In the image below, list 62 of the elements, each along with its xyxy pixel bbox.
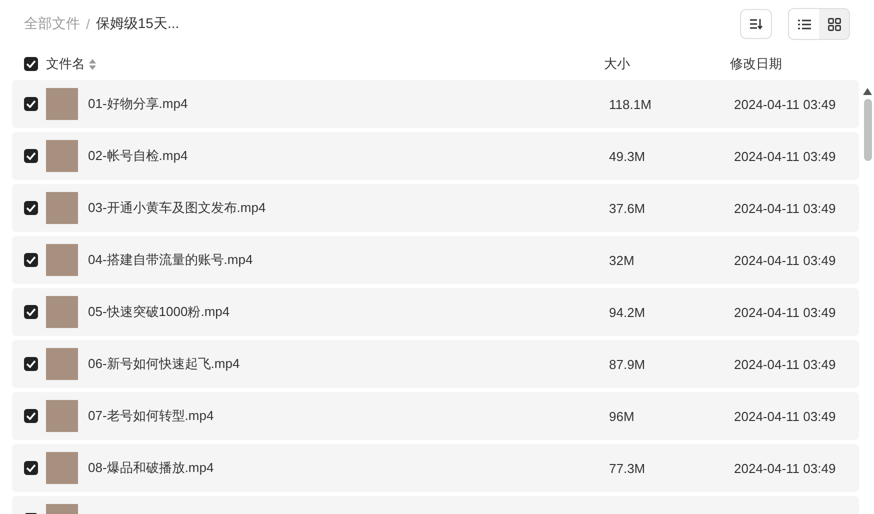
file-size: 32M bbox=[609, 252, 634, 268]
list-icon bbox=[798, 18, 810, 30]
file-size: 87.9M bbox=[609, 356, 646, 372]
select-all-checkbox[interactable] bbox=[24, 57, 38, 71]
row-checkbox[interactable] bbox=[24, 253, 38, 267]
file-name[interactable]: 04-搭建自带流量的账号.mp4 bbox=[88, 251, 253, 269]
file-row[interactable]: 03-开通小黄车及图文发布.mp4 37.6M 2024-04-11 03:49 bbox=[12, 184, 859, 232]
file-name[interactable]: 08-爆品和破播放.mp4 bbox=[88, 459, 214, 477]
file-name[interactable]: 03-开通小黄车及图文发布.mp4 bbox=[88, 199, 266, 217]
column-header[interactable]: 大小 bbox=[604, 55, 630, 73]
sort-arrows-icon bbox=[89, 58, 96, 70]
file-row[interactable]: 04-搭建自带流量的账号.mp4 32M 2024-04-11 03:49 bbox=[12, 236, 859, 284]
row-checkbox[interactable] bbox=[24, 305, 38, 319]
video-thumbnail-placeholder bbox=[46, 452, 78, 484]
row-checkbox[interactable] bbox=[24, 201, 38, 215]
file-size: 96M bbox=[609, 408, 634, 424]
column-header[interactable]: 文件名 bbox=[46, 55, 85, 73]
scroll-up-icon[interactable] bbox=[863, 88, 872, 95]
file-size: 77.3M bbox=[609, 460, 646, 476]
modified-date: 2024-04-11 03:49 bbox=[734, 356, 836, 372]
row-checkbox[interactable] bbox=[24, 409, 38, 423]
video-thumbnail-placeholder bbox=[46, 192, 78, 224]
row-checkbox[interactable] bbox=[24, 461, 38, 475]
video-thumbnail-placeholder bbox=[46, 244, 78, 276]
breadcrumb-item[interactable]: 保姆级15天... bbox=[96, 15, 180, 33]
sort-icon bbox=[749, 18, 763, 30]
file-name[interactable]: 07-老号如何转型.mp4 bbox=[88, 407, 214, 425]
breadcrumb-separator: / bbox=[86, 16, 90, 32]
file-size: 49.3M bbox=[609, 148, 646, 164]
modified-date: 2024-04-11 03:49 bbox=[734, 200, 836, 216]
video-thumbnail-placeholder bbox=[46, 400, 78, 432]
sort-button[interactable] bbox=[740, 9, 772, 39]
file-row[interactable]: 08-爆品和破播放.mp4 77.3M 2024-04-11 03:49 bbox=[12, 444, 859, 492]
column-header[interactable]: 修改日期 bbox=[730, 55, 782, 73]
modified-date: 2024-04-11 03:49 bbox=[734, 460, 836, 476]
modified-date: 2024-04-11 03:49 bbox=[734, 304, 836, 320]
modified-date: 2024-04-11 03:49 bbox=[734, 252, 836, 268]
file-row[interactable]: 05-快速突破1000粉.mp4 94.2M 2024-04-11 03:49 bbox=[12, 288, 859, 336]
video-thumbnail-placeholder bbox=[46, 140, 78, 172]
row-checkbox[interactable] bbox=[24, 149, 38, 163]
file-size: 118.1M bbox=[609, 96, 652, 112]
video-thumbnail-placeholder bbox=[46, 348, 78, 380]
file-size: 94.2M bbox=[609, 304, 646, 320]
grid-icon bbox=[828, 18, 840, 30]
file-row[interactable]: 06-新号如何快速起飞.mp4 87.9M 2024-04-11 03:49 bbox=[12, 340, 859, 388]
scrollbar-thumb[interactable] bbox=[864, 99, 872, 161]
row-checkbox[interactable] bbox=[24, 97, 38, 111]
file-row[interactable]: 02-帐号自检.mp4 49.3M 2024-04-11 03:49 bbox=[12, 132, 859, 180]
list-view-button[interactable] bbox=[789, 9, 819, 39]
file-name[interactable]: 06-新号如何快速起飞.mp4 bbox=[88, 355, 240, 373]
row-checkbox[interactable] bbox=[24, 357, 38, 371]
file-size: 37.6M bbox=[609, 200, 646, 216]
file-name[interactable]: 05-快速突破1000粉.mp4 bbox=[88, 303, 230, 321]
file-row[interactable]: 01-好物分享.mp4 118.1M 2024-04-11 03:49 bbox=[12, 80, 859, 128]
file-name[interactable]: 01-好物分享.mp4 bbox=[88, 95, 188, 113]
video-thumbnail-placeholder bbox=[46, 296, 78, 328]
modified-date: 2024-04-11 03:49 bbox=[734, 408, 836, 424]
video-thumbnail-placeholder bbox=[46, 88, 78, 120]
modified-date: 2024-04-11 03:49 bbox=[734, 148, 836, 164]
modified-date: 2024-04-11 03:49 bbox=[734, 96, 836, 112]
file-name[interactable]: 02-帐号自检.mp4 bbox=[88, 147, 188, 165]
file-row[interactable]: 07-老号如何转型.mp4 96M 2024-04-11 03:49 bbox=[12, 392, 859, 440]
